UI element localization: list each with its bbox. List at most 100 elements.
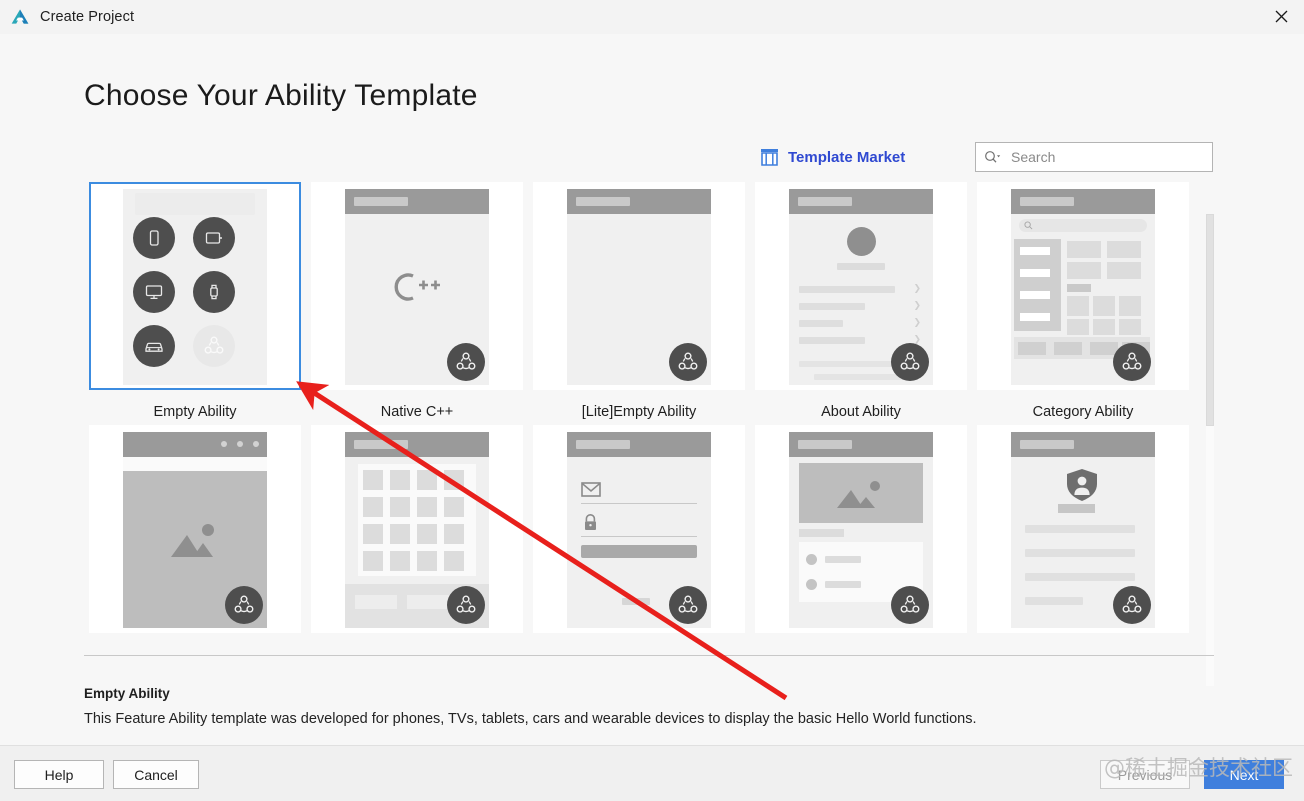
template-thumb [977, 425, 1189, 633]
content-block [1067, 262, 1101, 279]
template-card-login[interactable] [528, 425, 750, 654]
image-icon [171, 524, 214, 557]
mock-grid-ability [345, 432, 489, 628]
list-row [799, 337, 865, 344]
harmony-badge-icon [447, 586, 485, 624]
template-label: [Lite]Empty Ability [581, 404, 697, 420]
title-bar: Create Project [0, 0, 1304, 35]
cancel-button[interactable]: Cancel [113, 760, 199, 789]
mock-header-bar [1011, 432, 1155, 457]
template-thumb [533, 425, 745, 633]
window-title: Create Project [40, 9, 135, 25]
content-block [1067, 284, 1091, 292]
text-bar [1025, 573, 1135, 581]
template-card-empty-ability[interactable]: Empty Ability [84, 182, 306, 425]
mock-header-bar [135, 193, 255, 215]
previous-button[interactable]: Previous [1100, 760, 1190, 789]
template-thumb [311, 182, 523, 390]
list-row [799, 286, 895, 293]
close-icon[interactable] [1258, 0, 1304, 33]
template-card-category-ability[interactable]: Category Ability [972, 182, 1194, 425]
mock-shield-ability [1011, 432, 1155, 628]
content-block [1067, 241, 1101, 258]
description-title: Empty Ability [84, 686, 170, 701]
template-card-grid[interactable] [306, 425, 528, 654]
footer-placeholder [622, 598, 650, 605]
template-card-about-ability[interactable]: ❯ ❯ ❯ ❯ About Ability [750, 182, 972, 425]
sidebar-pill [1020, 313, 1050, 321]
search-icon [1024, 221, 1033, 230]
device-icon-grid [133, 217, 257, 367]
submit-button-placeholder [581, 545, 697, 558]
mail-icon [581, 482, 601, 497]
divider [84, 655, 1214, 656]
search-box[interactable] [975, 142, 1213, 172]
content-block [1067, 296, 1089, 316]
harmony-badge-icon [891, 343, 929, 381]
watch-icon [193, 271, 235, 313]
mock-lite-empty-ability [567, 189, 711, 385]
mock-header-bar [789, 432, 933, 457]
mock-search-bar [1019, 219, 1147, 232]
template-thumb [89, 425, 301, 633]
name-placeholder [837, 263, 885, 270]
help-button[interactable]: Help [14, 760, 104, 789]
mock-login-ability [567, 432, 711, 628]
mock-about-ability: ❯ ❯ ❯ ❯ [789, 189, 933, 385]
sidebar-pill [1020, 269, 1050, 277]
mock-empty-ability [123, 189, 267, 385]
template-label: Native C++ [380, 404, 454, 420]
template-market-link[interactable]: Template Market [760, 144, 905, 170]
content-block [1119, 296, 1141, 316]
template-card-news[interactable] [750, 425, 972, 654]
mock-image-ability [123, 432, 267, 628]
template-card-image[interactable] [84, 425, 306, 654]
list-bar [825, 556, 861, 563]
harmony-badge-icon [891, 586, 929, 624]
scrollbar-thumb[interactable] [1206, 214, 1214, 426]
harmony-badge-icon [225, 586, 263, 624]
grid-panel [358, 464, 476, 576]
search-dropdown-icon [985, 151, 1001, 163]
template-card-shield[interactable] [972, 425, 1194, 654]
chevron-right-icon: ❯ [913, 300, 921, 310]
template-thumb [755, 425, 967, 633]
text-bar [1025, 549, 1135, 557]
template-card-native-cpp[interactable]: Native C++ [306, 182, 528, 425]
template-label: Category Ability [1032, 404, 1134, 420]
description-text: This Feature Ability template was develo… [84, 711, 977, 727]
dialog-footer: Help Cancel Previous Next [0, 745, 1304, 801]
list-bullet [806, 579, 817, 590]
mock-header-bar [567, 432, 711, 457]
text-bar [1025, 597, 1083, 605]
mock-native-cpp [345, 189, 489, 385]
mock-header-bar [1011, 189, 1155, 214]
create-project-dialog: Create Project Choose Your Ability Templ… [0, 0, 1304, 801]
list-row [799, 303, 865, 310]
search-input[interactable] [1009, 148, 1212, 166]
content-block [1067, 319, 1089, 335]
chevron-right-icon: ❯ [913, 283, 921, 293]
template-grid: Empty Ability Native C++ [Lite]Empty Abi… [84, 182, 1198, 654]
content-block [1093, 319, 1115, 335]
harmony-badge-icon [669, 343, 707, 381]
input-underline [581, 536, 697, 537]
template-grid-scroll-area: Empty Ability Native C++ [Lite]Empty Abi… [84, 182, 1214, 654]
shield-person-icon [1067, 469, 1097, 501]
tv-icon [133, 271, 175, 313]
harmony-badge-icon [1113, 586, 1151, 624]
input-underline [581, 503, 697, 504]
car-icon [133, 325, 175, 367]
lock-icon [585, 514, 596, 530]
template-card-lite-empty-ability[interactable]: [Lite]Empty Ability [528, 182, 750, 425]
next-button[interactable]: Next [1204, 760, 1284, 789]
list-row [799, 320, 843, 327]
template-thumb [533, 182, 745, 390]
sidebar-pill [1020, 291, 1050, 299]
mock-header-bar [789, 189, 933, 214]
harmony-badge-icon [193, 325, 235, 367]
template-grid-scrollbar[interactable] [1206, 214, 1214, 686]
sidebar-pill [1020, 247, 1050, 255]
mock-header-bar [345, 432, 489, 457]
content-block [1107, 262, 1141, 279]
